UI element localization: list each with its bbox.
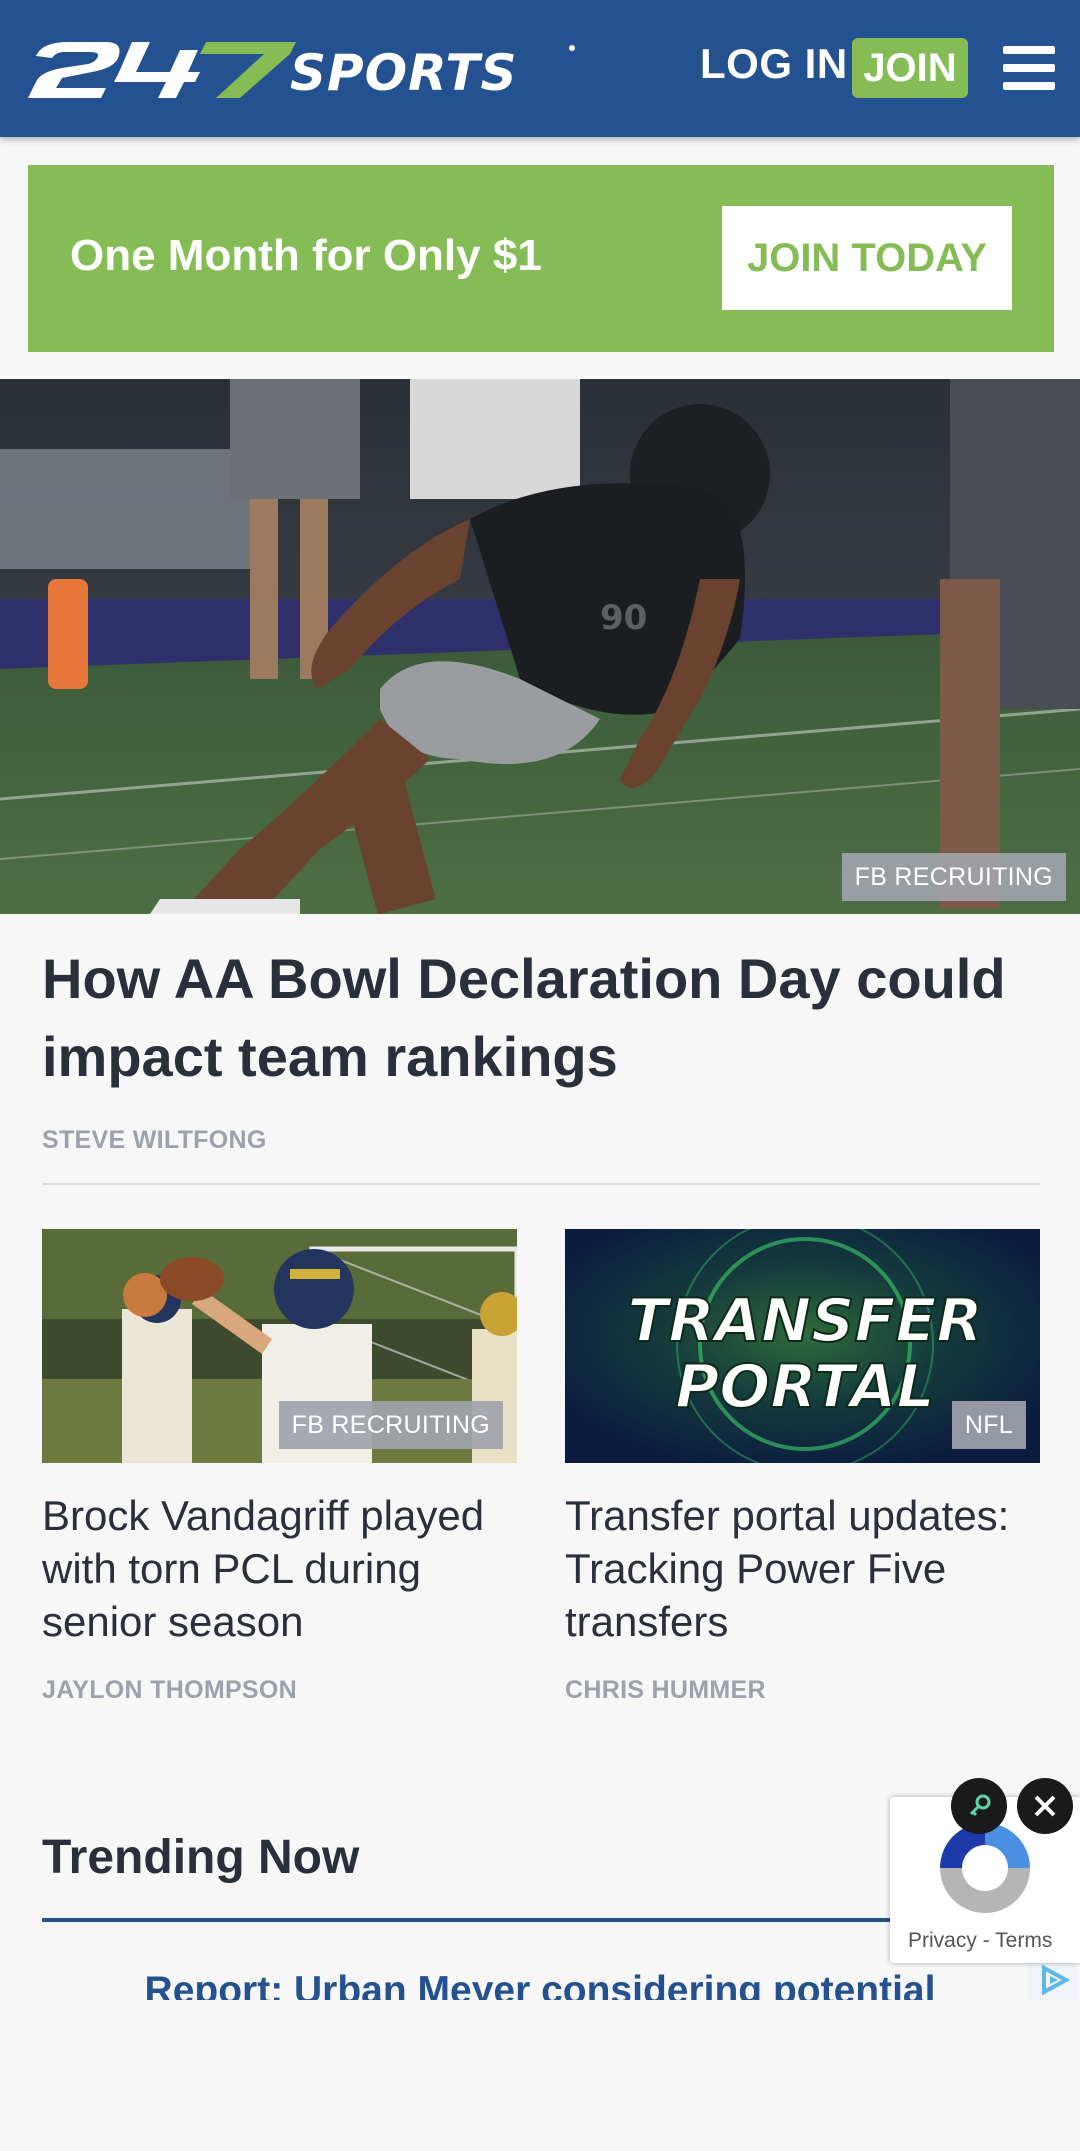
close-icon xyxy=(1034,1795,1056,1817)
separator: - xyxy=(982,1929,990,1952)
category-tag[interactable]: FB RECRUITING xyxy=(841,853,1066,901)
transfer-text: TRANSFER xyxy=(627,1286,982,1356)
site-logo[interactable]: SPORTS xyxy=(28,38,588,100)
article-thumbnail[interactable]: TRANSFER PORTAL NFL xyxy=(565,1229,1040,1463)
article-headline[interactable]: Brock Vandagriff played with torn PCL du… xyxy=(42,1489,517,1648)
article-headline[interactable]: Transfer portal updates: Tracking Power … xyxy=(565,1489,1040,1648)
key-icon xyxy=(969,1794,991,1817)
hero-image[interactable]: 90 FB RECRUITING xyxy=(0,379,1080,914)
247sports-logo-icon: SPORTS xyxy=(28,42,575,100)
article-card[interactable]: TRANSFER PORTAL NFL Transfer portal upda… xyxy=(565,1229,1040,1705)
audio-challenge-button[interactable] xyxy=(951,1778,1007,1834)
svg-text:90: 90 xyxy=(600,598,647,638)
join-today-button[interactable]: JOIN TODAY xyxy=(722,206,1012,310)
portal-text: PORTAL xyxy=(675,1352,934,1422)
article-author[interactable]: JAYLON THOMPSON xyxy=(42,1676,517,1705)
site-header: SPORTS LOG IN JOIN xyxy=(0,0,1080,137)
terms-link[interactable]: Terms xyxy=(995,1929,1052,1952)
privacy-link[interactable]: Privacy xyxy=(908,1929,977,1952)
recaptcha-links: Privacy - Terms xyxy=(908,1929,1052,1953)
hero-author[interactable]: STEVE WILTFONG xyxy=(42,1126,267,1155)
category-tag[interactable]: NFL xyxy=(951,1401,1026,1449)
promo-text: One Month for Only $1 xyxy=(70,231,542,280)
hero-headline[interactable]: How AA Bowl Declaration Day could impact… xyxy=(42,940,1042,1096)
close-button[interactable] xyxy=(1017,1778,1073,1834)
log-in-link[interactable]: LOG IN xyxy=(700,40,848,88)
football-player-photo-icon: 90 xyxy=(0,379,1080,914)
category-tag[interactable]: FB RECRUITING xyxy=(278,1401,503,1449)
trending-link-text[interactable]: Report: Urban Meyer considering potentia… xyxy=(145,1966,936,2000)
article-thumbnail[interactable]: FB RECRUITING xyxy=(42,1229,517,1463)
divider xyxy=(42,1183,1040,1185)
ad-choices-icon[interactable] xyxy=(1028,1960,1078,2000)
hamburger-menu-icon[interactable] xyxy=(1003,46,1055,90)
article-card[interactable]: FB RECRUITING Brock Vandagriff played wi… xyxy=(42,1229,517,1705)
join-button[interactable]: JOIN xyxy=(852,38,968,98)
trending-heading: Trending Now xyxy=(42,1831,360,1884)
svg-text:SPORTS: SPORTS xyxy=(290,44,518,100)
article-author[interactable]: CHRIS HUMMER xyxy=(565,1676,1040,1705)
trending-item[interactable]: Report: Urban Meyer considering potentia… xyxy=(0,1966,1080,2000)
promo-banner[interactable]: One Month for Only $1 JOIN TODAY xyxy=(28,165,1054,352)
